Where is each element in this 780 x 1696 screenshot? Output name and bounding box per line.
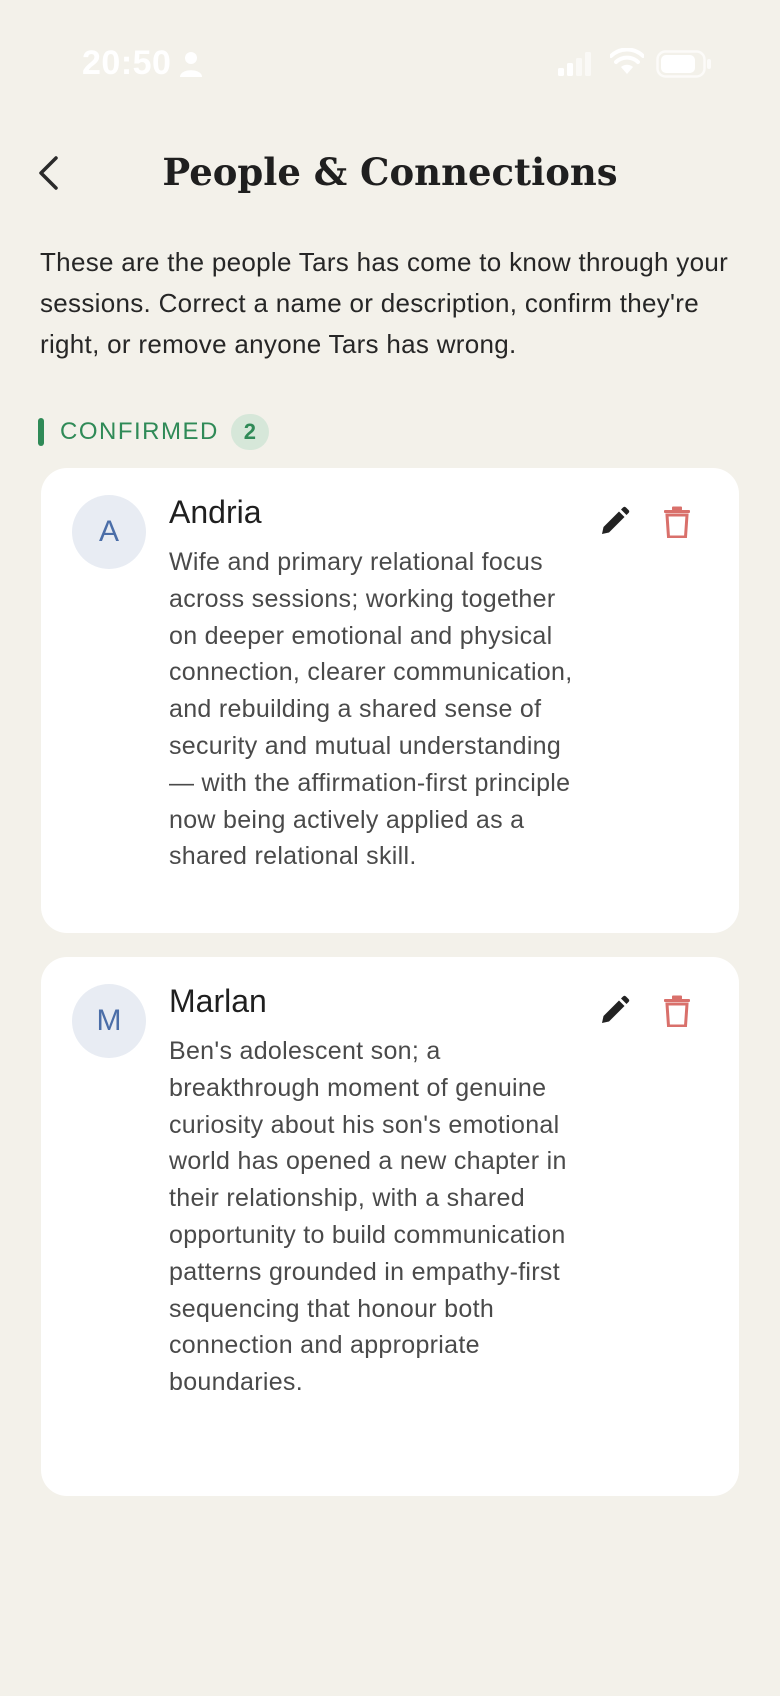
person-card-marlan: M Marlan Ben's adolescent son; a breakth… xyxy=(41,957,739,1496)
header: People & Connections xyxy=(0,140,780,210)
avatar: A xyxy=(72,495,146,569)
battery-icon xyxy=(656,50,711,78)
person-description: Ben's adolescent son; a breakthrough mom… xyxy=(169,1037,567,1397)
edit-button[interactable] xyxy=(594,502,634,542)
avatar: M xyxy=(72,984,146,1058)
section-label: CONFIRMED xyxy=(60,418,219,445)
cellular-signal-icon xyxy=(558,52,591,76)
intro-text: These are the people Tars has come to kn… xyxy=(40,247,729,359)
person-name: Marlan xyxy=(169,983,267,1019)
person-description: Wife and primary relational focus across… xyxy=(169,548,573,871)
pencil-icon xyxy=(602,995,630,1023)
person-icon xyxy=(180,52,202,77)
section-count-badge: 2 xyxy=(230,414,269,450)
pencil-icon xyxy=(602,506,630,534)
people-connections-screen: 20:50 People & Connections These are the… xyxy=(0,0,780,1696)
delete-button[interactable] xyxy=(657,991,697,1031)
person-card-andria: A Andria Wife and primary relational foc… xyxy=(41,468,739,933)
status-time: 20:50 xyxy=(82,44,172,82)
delete-button[interactable] xyxy=(657,502,697,542)
trash-icon xyxy=(664,995,690,1027)
confirmed-section-header: CONFIRMED 2 xyxy=(38,414,269,450)
wifi-icon xyxy=(610,48,644,74)
page-title: People & Connections xyxy=(162,150,618,194)
person-name: Andria xyxy=(169,494,262,530)
edit-button[interactable] xyxy=(594,991,634,1031)
status-bar: 20:50 xyxy=(0,0,780,130)
trash-icon xyxy=(664,506,690,538)
section-accent-bar xyxy=(38,418,44,446)
